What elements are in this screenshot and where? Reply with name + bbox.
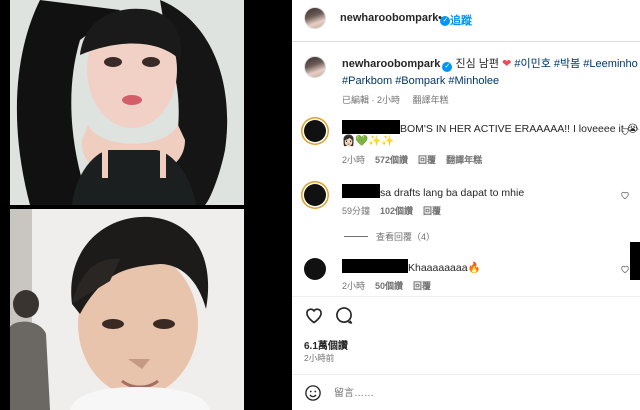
- post-media[interactable]: [0, 0, 292, 410]
- woman-portrait-image: [10, 0, 244, 205]
- comment-input[interactable]: [334, 384, 614, 402]
- comment-box: [292, 374, 640, 410]
- comment-item: BOM'S IN HER ACTIVE ERAAAAA!! I loveeee …: [292, 116, 640, 168]
- follow-button[interactable]: 追蹤: [450, 12, 472, 28]
- comment-bubble-icon[interactable]: [334, 305, 354, 325]
- post-caption: newharoobompark ✓ 진심 남편 ❤ #이민호 #박봄 #Leemi…: [342, 58, 638, 105]
- comment-line: Khaaaaaaaa🔥: [342, 259, 481, 274]
- author-avatar[interactable]: [304, 7, 326, 29]
- caption-author-avatar[interactable]: [304, 56, 326, 78]
- comment-meta: 2小時 572個讚 回覆 翻譯年糕: [342, 153, 492, 166]
- caption-edited-label: 已編輯: [342, 95, 370, 105]
- comment-time: 2小時: [342, 281, 366, 291]
- comment-like-icon[interactable]: [620, 126, 630, 136]
- comment-likes[interactable]: 572個讚: [375, 155, 408, 165]
- redacted-username: [342, 120, 400, 134]
- heart-outline-icon[interactable]: [304, 305, 324, 325]
- comment-item: sa drafts lang ba dapat to mhie 59分鐘 102個…: [292, 180, 640, 220]
- comment-line: sa drafts lang ba dapat to mhie: [342, 184, 524, 199]
- post-header: newharoobompark ✓ • 追蹤: [292, 0, 640, 42]
- translate-button[interactable]: 翻譯年糕: [446, 155, 482, 165]
- post-actions: 6.1萬個讚 2小時前: [292, 296, 640, 376]
- red-heart-emoji: ❤: [502, 58, 512, 70]
- comment-text: Khaaaaaaaa🔥: [408, 262, 481, 274]
- caption-translate-link[interactable]: 翻譯年糕: [413, 95, 449, 105]
- comment-like-icon[interactable]: [620, 190, 630, 200]
- separator-dot: •: [438, 12, 442, 24]
- commenter-avatar[interactable]: [304, 184, 326, 206]
- comment-like-icon[interactable]: [620, 264, 630, 274]
- emoji-smile-icon[interactable]: [304, 384, 322, 402]
- comment-likes[interactable]: 102個讚: [380, 206, 413, 216]
- comment-item: Khaaaaaaaa🔥 2小時 50個讚 回覆: [292, 256, 640, 296]
- post-photo-top: [10, 0, 244, 205]
- redacted-username: [342, 184, 380, 198]
- caption-text: 진심 남편: [455, 58, 500, 70]
- view-replies-button[interactable]: 查看回覆（4）: [344, 230, 435, 243]
- comment-emojis: 👩🏻💚✨✨: [342, 135, 395, 147]
- commenter-avatar[interactable]: [304, 258, 326, 280]
- post-time: 2小時前: [304, 353, 335, 363]
- comment-line: BOM'S IN HER ACTIVE ERAAAAA!! I loveeee …: [342, 120, 639, 135]
- verified-badge-icon: ✓: [442, 62, 453, 72]
- post-panel: newharoobompark ✓ • 追蹤 newharoobompark ✓ 진…: [292, 0, 640, 410]
- likes-count[interactable]: 6.1萬個讚: [304, 337, 348, 352]
- caption-username[interactable]: newharoobompark: [342, 58, 440, 70]
- caption-hashtags-1[interactable]: #이민호 #박봄 #Leeminho: [514, 58, 637, 70]
- redacted-username: [342, 259, 408, 273]
- man-portrait-image: [10, 209, 244, 410]
- author-username[interactable]: newharoobompark ✓: [340, 12, 451, 26]
- view-replies-line: [344, 236, 368, 237]
- edge-overlay: [630, 242, 640, 280]
- caption-hashtags-2[interactable]: #Parkbom #Bompark #Minholee: [342, 75, 499, 87]
- comment-meta: 2小時 50個讚 回覆: [342, 279, 441, 292]
- reply-button[interactable]: 回覆: [423, 206, 441, 216]
- comment-time: 59分鐘: [342, 206, 371, 216]
- reply-button[interactable]: 回覆: [413, 281, 431, 291]
- post-photo-bottom: [10, 209, 244, 410]
- comment-likes[interactable]: 50個讚: [375, 281, 403, 291]
- comment-text: sa drafts lang ba dapat to mhie: [380, 187, 525, 199]
- commenter-avatar[interactable]: [304, 120, 326, 142]
- comment-text: BOM'S IN HER ACTIVE ERAAAAA!! I loveeee …: [400, 123, 639, 135]
- comment-time: 2小時: [342, 155, 366, 165]
- caption-time: 2小時: [377, 95, 401, 105]
- reply-button[interactable]: 回覆: [418, 155, 436, 165]
- comment-meta: 59分鐘 102個讚 回覆: [342, 204, 451, 217]
